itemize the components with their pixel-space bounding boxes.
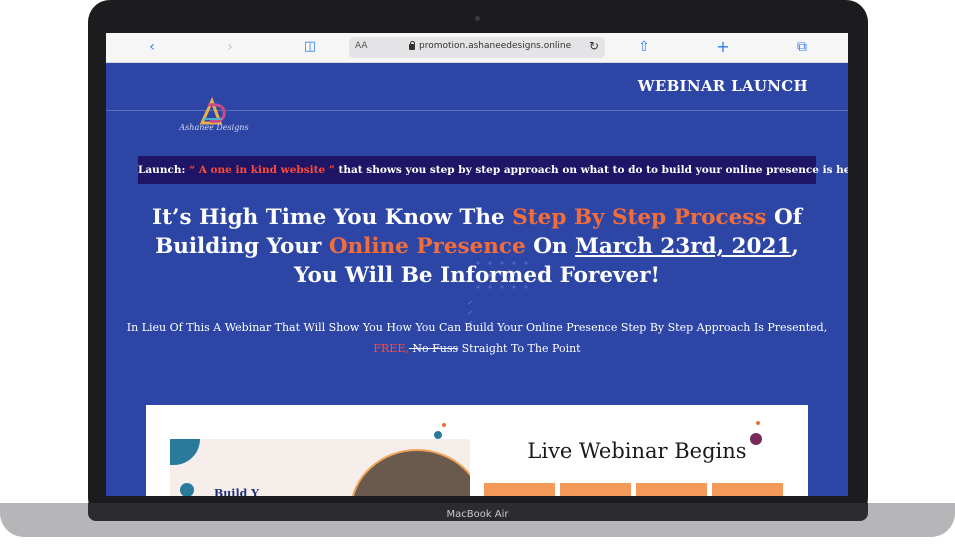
countdown-tile [636,483,707,496]
logo-text: Ashanee Designs [179,123,249,132]
reload-icon[interactable]: ↻ [589,39,599,53]
chevron-left-icon[interactable]: ‹ [144,39,160,55]
decorative-dot [180,483,194,496]
browser-screen: ‹ › ◫ AA promotion.ashaneedesigns.online… [106,33,848,496]
share-icon[interactable]: ⇧ [636,39,652,55]
countdown-tile [484,483,555,496]
chevron-right-icon[interactable]: › [222,39,238,55]
tabs-icon[interactable]: ⧉ [794,39,810,55]
presenter-photo [350,449,470,496]
webinar-card: Build Y Live Webinar Begins [146,405,808,496]
confetti-dot [756,421,760,425]
webinar-title: Live Webinar Begins [527,439,747,463]
browser-toolbar: ‹ › ◫ AA promotion.ashaneedesigns.online… [106,33,848,63]
camera-dot [475,16,480,21]
confetti-dot [442,423,446,427]
address-bar[interactable]: AA promotion.ashaneedesigns.online ↻ [349,37,605,58]
lock-icon [409,41,415,50]
launch-banner: Launch: “ A one in kind website ” that s… [138,156,848,184]
device-label: MacBook Air [446,509,509,520]
logo[interactable]: Ashanee Designs [174,97,254,139]
book-icon[interactable]: ◫ [302,39,318,55]
confetti-dot [434,431,442,439]
launch-text: Launch: “ A one in kind website ” that s… [138,164,848,176]
webinar-promo-image: Build Y [170,439,470,496]
page-headline: It’s High Time You Know The Step By Step… [152,205,802,288]
text-size-button[interactable]: AA [355,41,368,51]
countdown-tile [560,483,631,496]
countdown-tile [712,483,783,496]
plus-icon[interactable]: + [715,39,731,55]
nav-title[interactable]: WEBINAR LAUNCH [638,77,808,95]
url-text[interactable]: promotion.ashaneedesigns.online [419,41,571,51]
site-header: Ashanee Designs WEBINAR LAUNCH [106,63,848,132]
decorative-shape [170,439,200,465]
subheadline: In Lieu Of This A Webinar That Will Show… [126,321,828,355]
promo-image-text: Build Y [214,487,260,496]
